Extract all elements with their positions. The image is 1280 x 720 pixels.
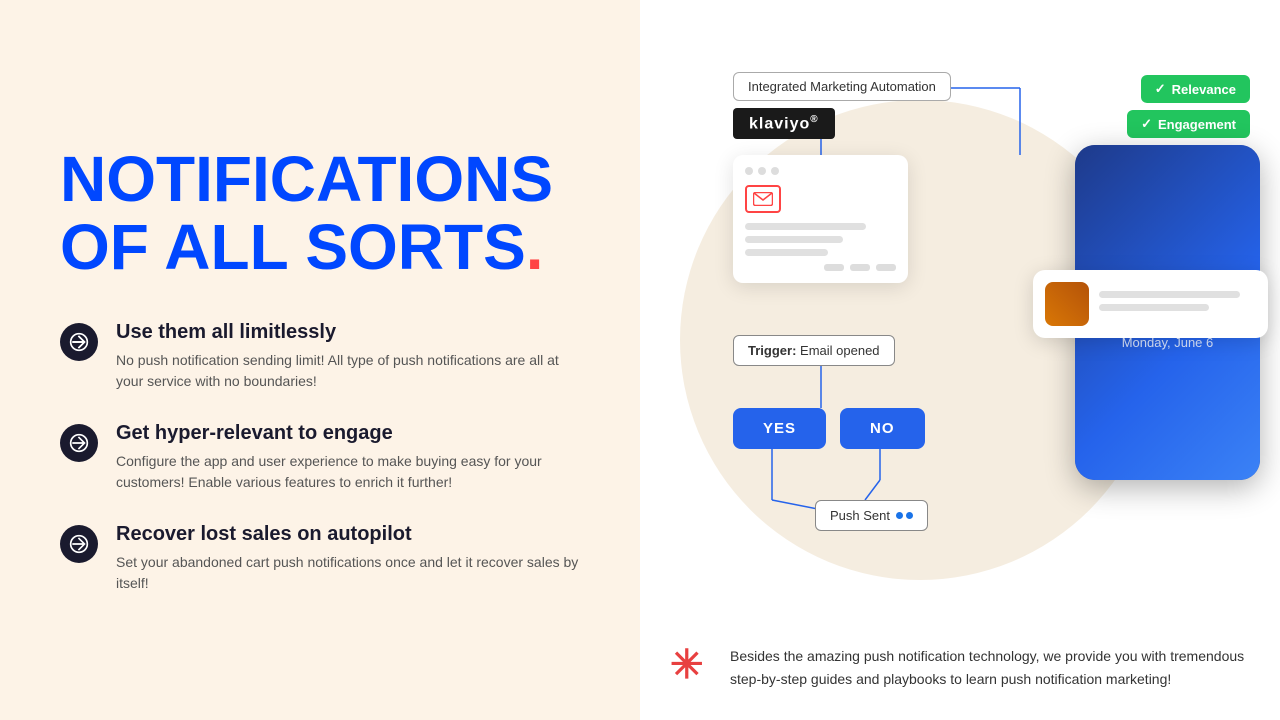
relevance-badge: ✓ Relevance bbox=[1141, 75, 1250, 103]
feature-text-autopilot: Recover lost sales on autopilot Set your… bbox=[116, 523, 580, 594]
notif-line-1 bbox=[1099, 291, 1240, 298]
feature-list: Use them all limitlessly No push notific… bbox=[60, 321, 580, 594]
dot-2 bbox=[758, 167, 766, 175]
email-icon bbox=[745, 185, 781, 213]
asterisk-icon: ✳ bbox=[670, 645, 714, 685]
card-dots bbox=[745, 167, 896, 175]
ps-dot-1 bbox=[896, 512, 903, 519]
check-icon-engagement: ✓ bbox=[1141, 116, 1152, 132]
arrow-circle-icon-3 bbox=[60, 525, 98, 563]
feature-item-relevant: Get hyper-relevant to engage Configure t… bbox=[60, 422, 580, 493]
trigger-label: Trigger: Email opened bbox=[733, 335, 895, 366]
push-sent-label: Push Sent bbox=[815, 500, 928, 531]
avatar-image bbox=[1045, 282, 1089, 326]
feature-item-limitless: Use them all limitlessly No push notific… bbox=[60, 321, 580, 392]
ima-label: Integrated Marketing Automation bbox=[733, 72, 951, 101]
feature-item-autopilot: Recover lost sales on autopilot Set your… bbox=[60, 523, 580, 594]
check-icon-relevance: ✓ bbox=[1155, 81, 1166, 97]
arrow-circle-icon-2 bbox=[60, 424, 98, 462]
phone-notification-card bbox=[1033, 270, 1268, 338]
no-button[interactable]: NO bbox=[840, 408, 925, 449]
left-panel: NOTIFICATIONS OF ALL SORTS. Use them all… bbox=[0, 0, 640, 720]
action-dot-3 bbox=[876, 264, 896, 271]
title-line2: OF ALL SORTS. bbox=[60, 214, 580, 281]
bottom-note: ✳ Besides the amazing push notification … bbox=[670, 645, 1250, 690]
action-dot-1 bbox=[824, 264, 844, 271]
bottom-note-text: Besides the amazing push notification te… bbox=[730, 645, 1250, 690]
feature-text-relevant: Get hyper-relevant to engage Configure t… bbox=[116, 422, 580, 493]
main-title: NOTIFICATIONS OF ALL SORTS. bbox=[60, 146, 580, 280]
feature-text-limitless: Use them all limitlessly No push notific… bbox=[116, 321, 580, 392]
email-line-3 bbox=[745, 249, 828, 256]
dot-3 bbox=[771, 167, 779, 175]
notification-avatar bbox=[1045, 282, 1089, 326]
card-action-dots bbox=[745, 264, 896, 271]
email-card bbox=[733, 155, 908, 283]
title-line1: NOTIFICATIONS bbox=[60, 146, 580, 213]
arrow-circle-icon-1 bbox=[60, 323, 98, 361]
right-panel: Integrated Marketing Automation ✓ Releva… bbox=[640, 0, 1280, 720]
action-dot-2 bbox=[850, 264, 870, 271]
dot-1 bbox=[745, 167, 753, 175]
yes-button[interactable]: YES bbox=[733, 408, 826, 449]
engagement-badge: ✓ Engagement bbox=[1127, 110, 1250, 138]
notif-line-2 bbox=[1099, 304, 1209, 311]
push-sent-dots bbox=[896, 512, 913, 519]
email-line-1 bbox=[745, 223, 866, 230]
klaviyo-logo: klaviyo® bbox=[733, 108, 835, 139]
notification-text-lines bbox=[1099, 291, 1256, 317]
email-line-2 bbox=[745, 236, 843, 243]
ps-dot-2 bbox=[906, 512, 913, 519]
